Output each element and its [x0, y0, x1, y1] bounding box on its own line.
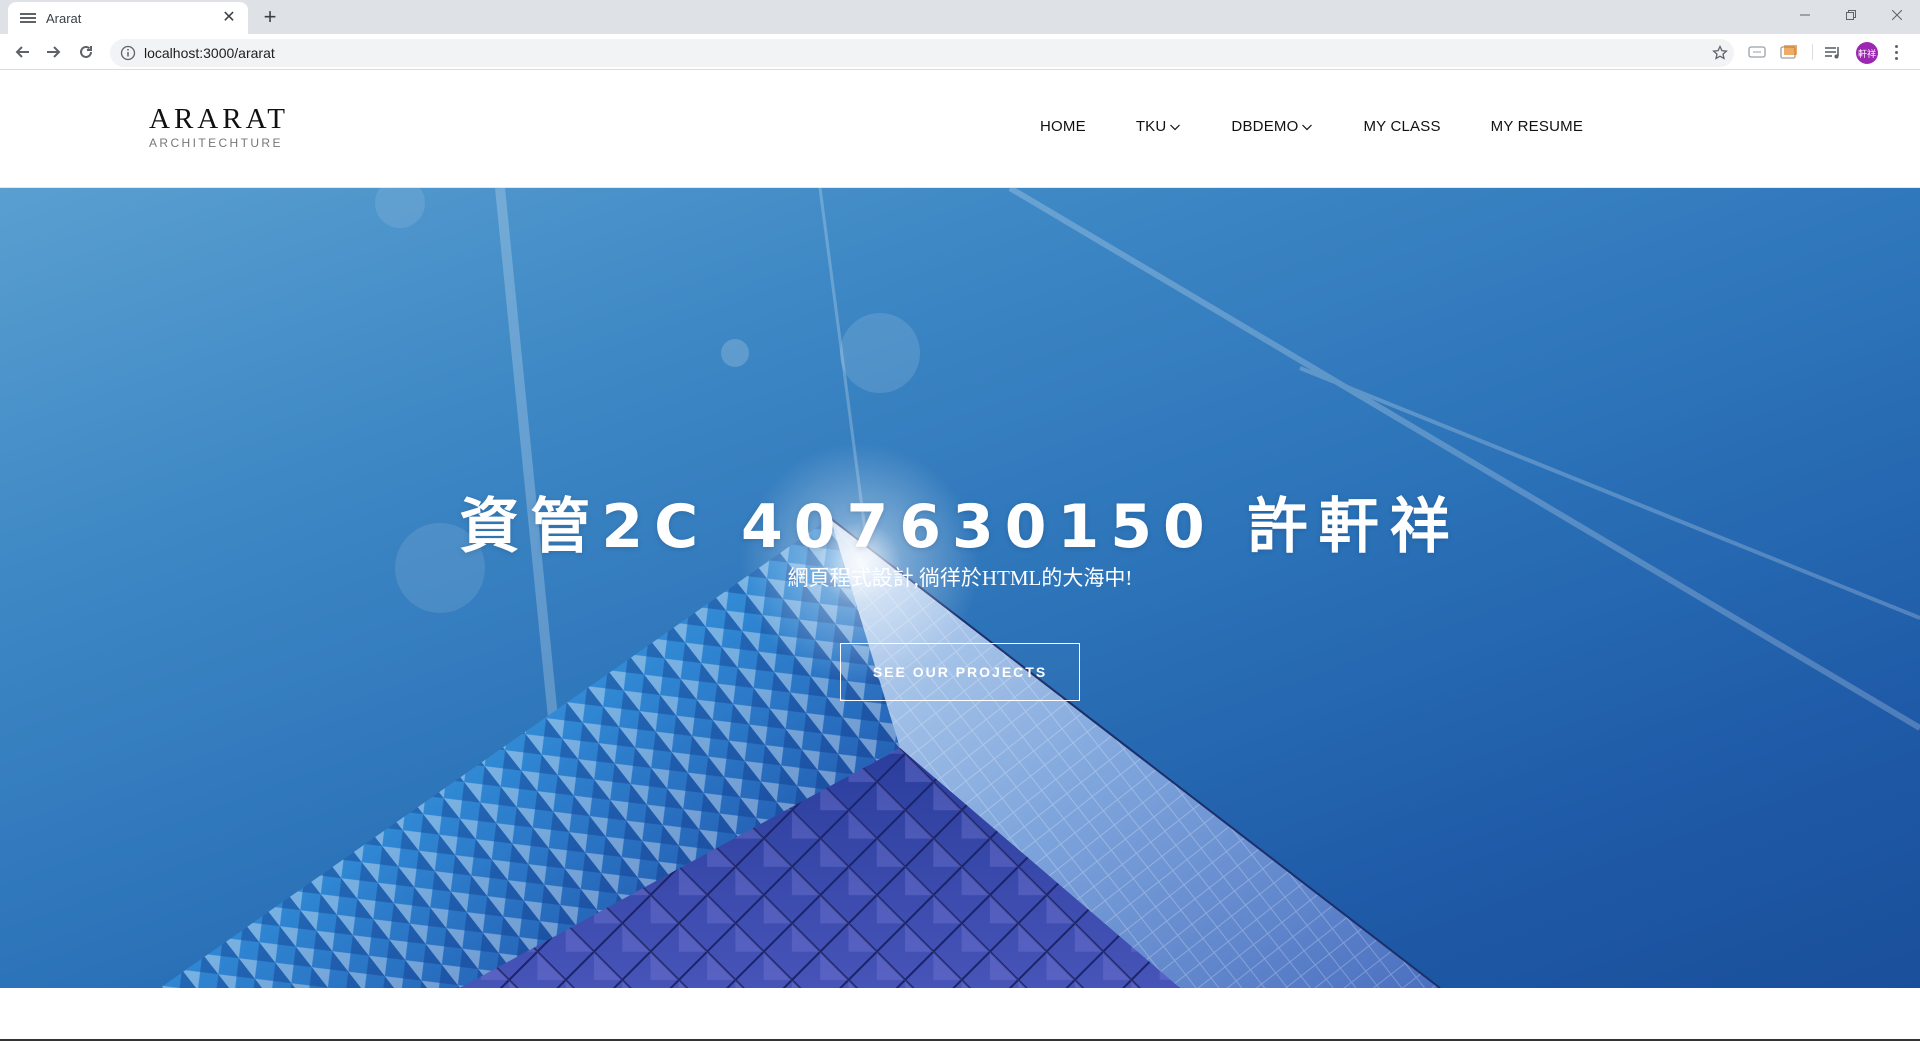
nav-item-label: MY RESUME	[1490, 118, 1584, 135]
reload-icon	[80, 45, 92, 58]
toolbar-separator	[1812, 44, 1813, 60]
hero-subtitle: 網頁程式設計,徜徉於HTML的大海中!	[787, 566, 1133, 590]
nav-item-my-class[interactable]: MY CLASS	[1363, 118, 1440, 135]
brand-logo[interactable]: ARARAT ARCHITECHTURE	[149, 104, 289, 150]
tab-title: Ararat	[46, 10, 82, 26]
chevron-down-icon	[1302, 124, 1313, 130]
nav-item-label: DBDEMO	[1231, 118, 1299, 135]
browser-tab[interactable]: Ararat ✕	[8, 2, 248, 34]
browser-menu-icon[interactable]	[1886, 41, 1906, 63]
new-tab-button[interactable]: +	[258, 6, 282, 30]
restore-button[interactable]	[1828, 0, 1874, 30]
back-arrow-icon	[15, 46, 29, 58]
address-bar[interactable]: localhost:3000/ararat	[110, 39, 1734, 67]
tab-close-icon[interactable]: ✕	[220, 9, 238, 27]
reading-list-icon[interactable]	[1822, 41, 1844, 63]
nav-item-home[interactable]: HOME	[1040, 118, 1086, 135]
site-header: ARARAT ARCHITECHTURE HOME TKU DBDEMO MY …	[0, 70, 1920, 188]
page-body-start	[0, 988, 1920, 1041]
browser-toolbar: localhost:3000/ararat 軒祥	[0, 34, 1920, 70]
brand-name: ARARAT	[149, 103, 290, 135]
forward-button[interactable]	[40, 38, 68, 66]
main-nav: HOME TKU DBDEMO MY CLASS MY RESUME	[1040, 118, 1633, 135]
site-favicon-icon	[20, 10, 36, 26]
nav-item-tku[interactable]: TKU	[1136, 118, 1182, 135]
chevron-down-icon	[1170, 124, 1181, 130]
info-icon[interactable]	[120, 45, 136, 61]
extension-screenshot-icon[interactable]	[1778, 41, 1800, 63]
nav-item-dbdemo[interactable]: DBDEMO	[1231, 118, 1313, 135]
close-window-button[interactable]	[1874, 0, 1920, 30]
nav-item-label: MY CLASS	[1363, 118, 1441, 135]
reload-button[interactable]	[72, 38, 100, 66]
web-page: ARARAT ARCHITECHTURE HOME TKU DBDEMO MY …	[0, 70, 1920, 1041]
nav-item-label: TKU	[1135, 118, 1167, 135]
see-our-projects-button[interactable]: SEE OUR PROJECTS	[840, 643, 1080, 701]
profile-avatar-label: 軒祥	[1857, 48, 1876, 59]
forward-arrow-icon	[47, 46, 61, 58]
profile-avatar[interactable]: 軒祥	[1856, 42, 1878, 64]
nav-item-label: HOME	[1040, 118, 1086, 135]
hero-banner: 資管2C 407630150 許軒祥 網頁程式設計,徜徉於HTML的大海中! S…	[0, 188, 1920, 988]
browser-tabstrip: Ararat ✕ +	[0, 0, 1920, 34]
bookmark-star-icon[interactable]	[1706, 39, 1734, 67]
back-button[interactable]	[8, 38, 36, 66]
nav-item-my-resume[interactable]: MY RESUME	[1491, 118, 1583, 135]
url-text[interactable]: localhost:3000/ararat	[144, 45, 1706, 61]
window-controls	[1782, 0, 1920, 30]
brand-subtitle: ARCHITECHTURE	[149, 136, 283, 150]
hero-title: 資管2C 407630150 許軒祥	[459, 492, 1461, 562]
extension-translate-icon[interactable]	[1746, 41, 1768, 63]
minimize-button[interactable]	[1782, 0, 1828, 30]
